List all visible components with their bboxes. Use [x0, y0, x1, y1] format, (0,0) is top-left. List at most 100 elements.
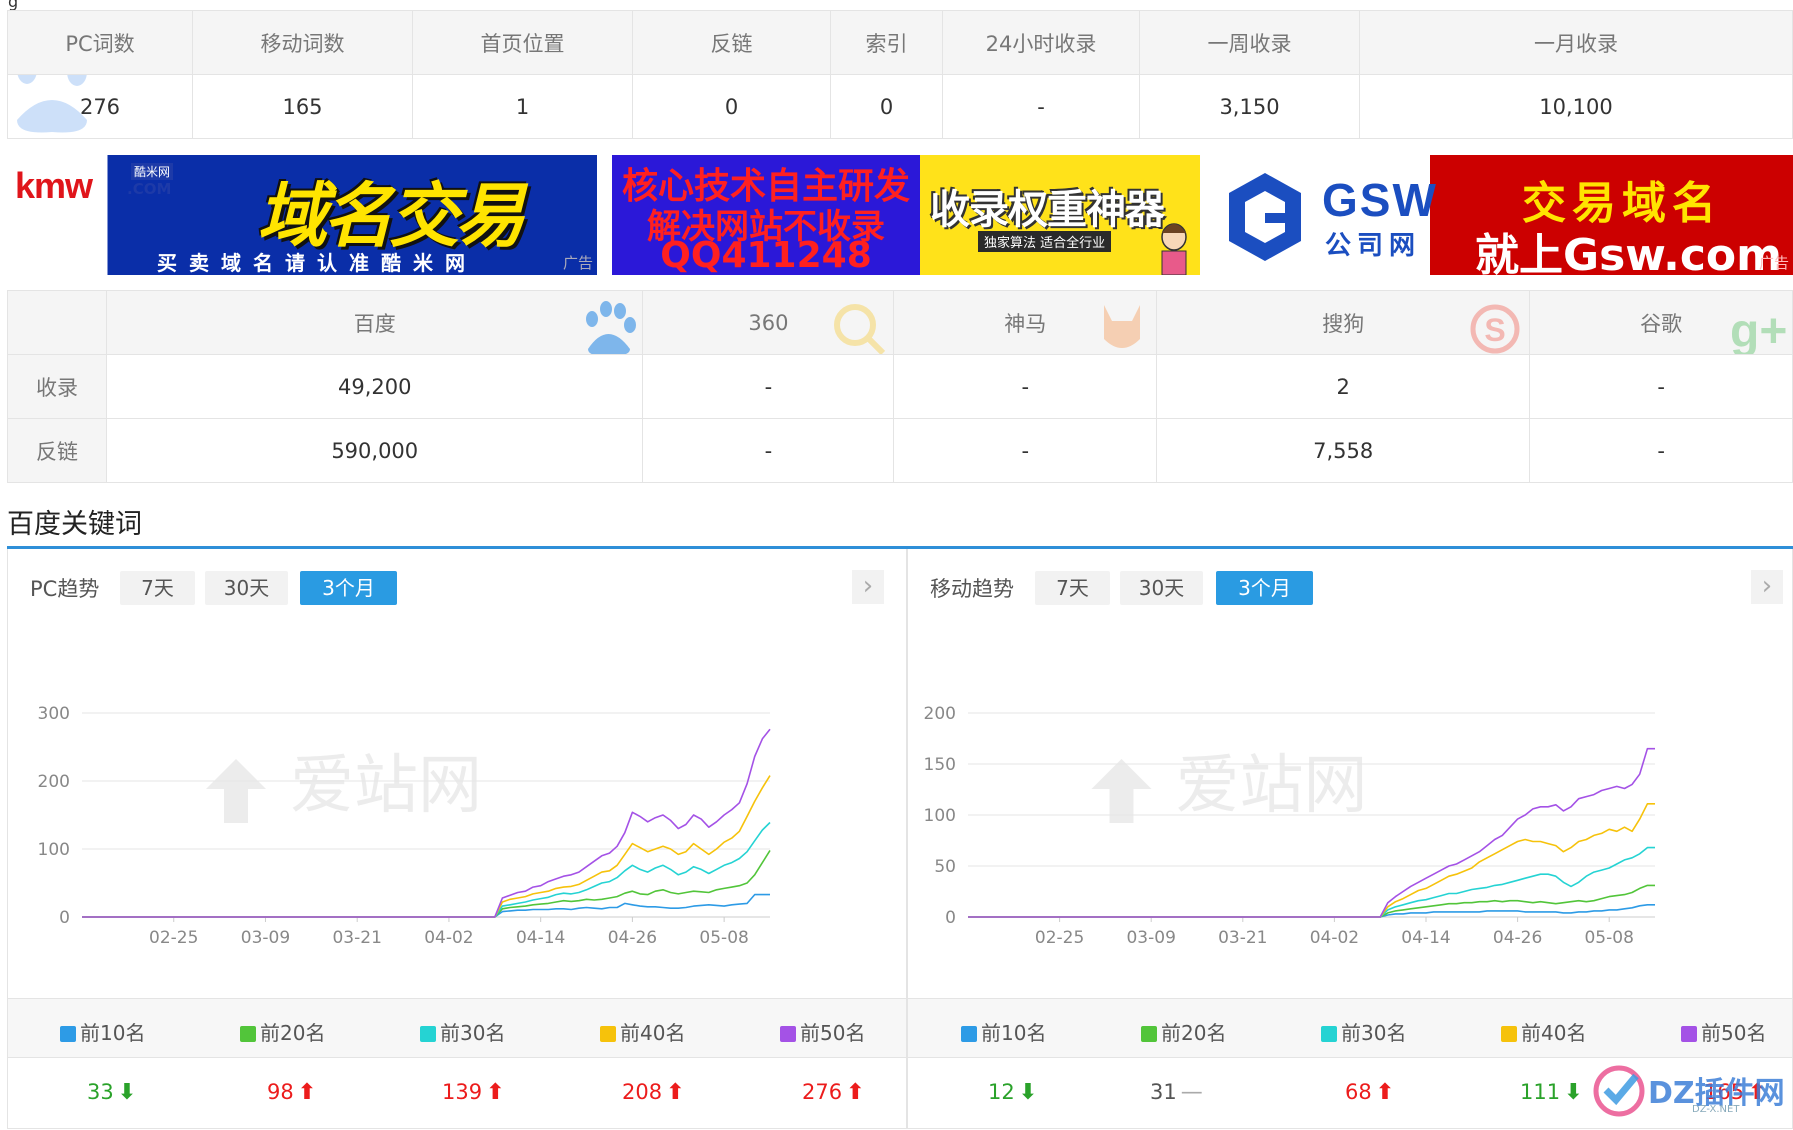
count-value: 111 — [1520, 1080, 1561, 1104]
ad-kmw-domain-trade[interactable]: kmw 酷米网 .COM 域名交易 买卖域名请认准酷米网 广告 — [7, 155, 597, 275]
legend-label: 前30名 — [1341, 1021, 1407, 1045]
pc-legend-top10[interactable]: 前10名 — [60, 1017, 145, 1046]
baidu-paw-icon — [586, 301, 637, 354]
engine-backlinks-sogou[interactable]: 7,558 — [1156, 418, 1531, 483]
count-value: 208 — [622, 1080, 663, 1104]
count-value: 139 — [442, 1080, 483, 1104]
gsw-logo-icon — [1229, 173, 1301, 261]
mobile-count-top10: 12 ⬇ — [988, 1080, 1037, 1105]
ad-indexing-tool[interactable]: 收录权重神器 独家算法 适合全行业 — [920, 155, 1200, 275]
legend-swatch — [600, 1026, 616, 1042]
engine-header-shenma: 神马 — [893, 290, 1158, 355]
ad-gsw-domain[interactable]: GSW 公司网 交易域名 就上Gsw.com 广告 — [1217, 155, 1793, 275]
stats-value-backlinks[interactable]: 0 — [632, 74, 831, 139]
stats-value-home-position: 1 — [412, 74, 633, 139]
pc-legend-top50[interactable]: 前50名 — [780, 1017, 865, 1046]
engine-header-google: 谷歌 g+ — [1529, 290, 1793, 355]
x-tick-label: 02-25 — [149, 928, 198, 948]
pc-tab-30d[interactable]: 30天 — [205, 571, 288, 605]
pc-count-top30: 139 ⬆ — [442, 1080, 505, 1105]
mobile-legend-top40[interactable]: 前40名 — [1501, 1017, 1586, 1046]
mobile-tab-30d[interactable]: 30天 — [1120, 571, 1203, 605]
mobile-legend: 前10名 前20名 前30名 前40名 前50名 — [908, 998, 1792, 1058]
x-tick-label: 03-21 — [332, 928, 381, 948]
stats-value-week[interactable]: 3,150 — [1139, 74, 1360, 139]
legend-label: 前40名 — [1521, 1021, 1587, 1045]
engine-backlinks-baidu[interactable]: 590,000 — [105, 418, 644, 483]
x-tick-label: 05-08 — [1584, 928, 1633, 948]
stats-value-month[interactable]: 10,100 — [1359, 74, 1793, 139]
legend-swatch — [420, 1026, 436, 1042]
x-tick-label: 03-09 — [241, 928, 290, 948]
pc-legend-top30[interactable]: 前30名 — [420, 1017, 505, 1046]
top-strip: g — [0, 0, 1793, 10]
mobile-tab-3m[interactable]: 3个月 — [1216, 571, 1313, 605]
engine-header-360: 360 — [642, 290, 895, 355]
stats-header-week: 一周收录 — [1139, 10, 1360, 75]
legend-label: 前20名 — [260, 1021, 326, 1045]
trend-arrow-icon: ⬆ — [846, 1080, 865, 1105]
engine-indexed-baidu[interactable]: 49,200 — [105, 354, 644, 419]
series-line-前20名 — [82, 849, 771, 918]
x-tick-label: 04-14 — [516, 928, 565, 948]
legend-label: 前10名 — [981, 1021, 1047, 1045]
engine-shenma-label: 神马 — [1004, 311, 1047, 336]
mobile-legend-top20[interactable]: 前20名 — [1141, 1017, 1226, 1046]
stats-header-backlinks: 反链 — [632, 10, 831, 75]
x-tick-label: 04-26 — [608, 928, 657, 948]
stats-value-mobile-words[interactable]: 165 — [192, 74, 413, 139]
google-plus-icon: g+ — [1730, 305, 1787, 354]
kmw-logo: kmw — [15, 165, 93, 206]
mobile-legend-top10[interactable]: 前10名 — [961, 1017, 1046, 1046]
legend-label: 前10名 — [80, 1021, 146, 1045]
mobile-legend-top50[interactable]: 前50名 — [1681, 1017, 1766, 1046]
trend-arrow-icon: ⬇ — [117, 1080, 137, 1105]
tool-ad-title: 收录权重神器 — [930, 187, 1165, 233]
engine-360-label: 360 — [748, 310, 789, 335]
engine-indexed-sogou[interactable]: 2 — [1156, 354, 1531, 419]
engine-header-sogou: 搜狗 S — [1156, 290, 1531, 355]
trend-arrow-icon: ⬆ — [486, 1080, 505, 1105]
mobile-trend-chart: 爱站网 0 50 100 150 200 02-25 03-09 03-21 04-02 04-14… — [924, 704, 1655, 948]
site-stats-table: PC词数 移动词数 首页位置 反链 索引 24小时收录 一周收录 一月收录 27… — [7, 10, 1793, 139]
stats-header-index: 索引 — [830, 10, 943, 75]
seo-ad-line-3: QQ411248 — [660, 235, 872, 275]
legend-swatch — [1501, 1026, 1517, 1042]
y-tick-label: 300 — [38, 704, 70, 724]
kmw-headline: 域名交易 — [257, 175, 525, 257]
series-line-前10名 — [968, 903, 1655, 918]
dz-checkmark-logo-icon — [1593, 1065, 1645, 1117]
pc-tab-7d[interactable]: 7天 — [120, 571, 195, 605]
pc-count-top40: 208 ⬆ — [622, 1080, 685, 1105]
pc-trend-panel: PC趋势 7天 30天 3个月 › 爱站网 0 100 200 300 02-25 03-0… — [7, 549, 907, 1129]
mobile-legend-top30[interactable]: 前30名 — [1321, 1017, 1406, 1046]
mobile-next-arrow-icon[interactable]: › — [1751, 570, 1783, 604]
x-tick-label: 02-25 — [1035, 928, 1084, 948]
gsw-ad-line-2: 就上Gsw.com — [1475, 230, 1783, 275]
pc-next-arrow-icon[interactable]: › — [852, 570, 884, 604]
pc-legend-top40[interactable]: 前40名 — [600, 1017, 685, 1046]
engine-header-row: 百度 360 神马 搜狗 S 谷歌 g+ — [7, 290, 1793, 355]
360-search-icon — [834, 304, 886, 354]
mobile-tab-7d[interactable]: 7天 — [1035, 571, 1110, 605]
y-tick-label: 100 — [38, 840, 70, 860]
stats-value-index[interactable]: 0 — [830, 74, 943, 139]
x-tick-label: 03-21 — [1218, 928, 1267, 948]
pc-tab-3m[interactable]: 3个月 — [300, 571, 397, 605]
engine-row-backlinks: 反链 590,000 - - 7,558 - — [7, 418, 1793, 483]
engine-sogou-label: 搜狗 — [1322, 311, 1365, 336]
kmw-logo-com: .COM — [127, 180, 172, 198]
ad-seo-service[interactable]: 核心技术自主研发 解决网站不收录 QQ411248 — [612, 155, 920, 275]
stats-value-pc-words[interactable]: 276 — [7, 74, 193, 139]
kmw-logo-badge: 酷米网 — [131, 163, 174, 180]
legend-swatch — [1681, 1026, 1697, 1042]
engine-indexed-shenma: - — [893, 354, 1158, 419]
pc-legend-top20[interactable]: 前20名 — [240, 1017, 325, 1046]
x-tick-label: 04-14 — [1401, 928, 1450, 948]
engine-indexed-google: - — [1529, 354, 1793, 419]
count-value: 33 — [87, 1080, 114, 1104]
stats-header-24h: 24小时收录 — [942, 10, 1140, 75]
engine-backlinks-google: - — [1529, 418, 1793, 483]
count-value: 68 — [1345, 1080, 1372, 1104]
legend-swatch — [961, 1026, 977, 1042]
